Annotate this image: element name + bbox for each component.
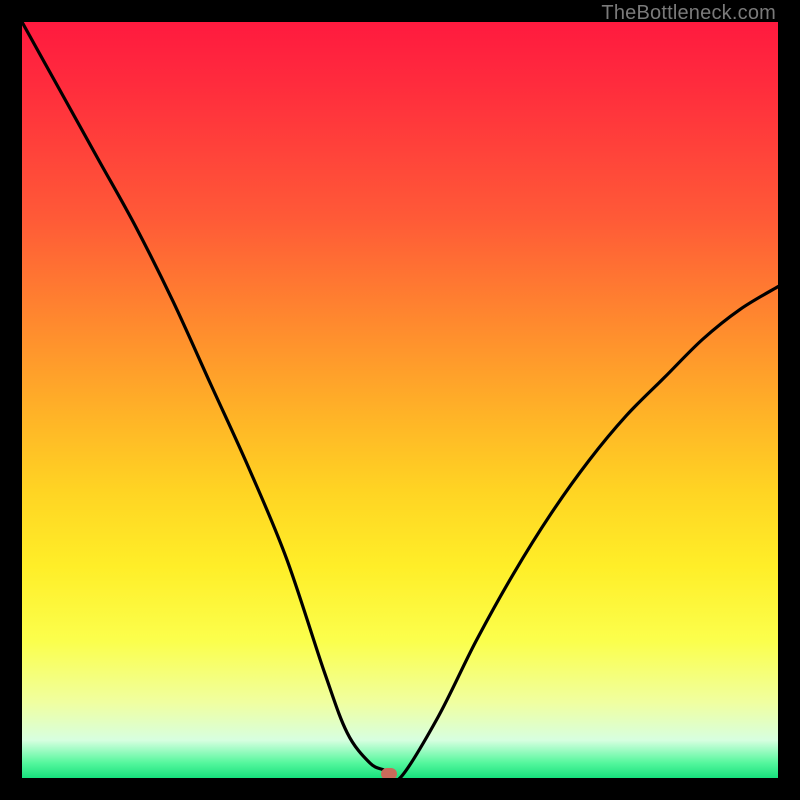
bottleneck-curve xyxy=(22,22,778,778)
optimum-marker xyxy=(381,768,397,778)
watermark-text: TheBottleneck.com xyxy=(601,2,776,25)
curve-path xyxy=(22,22,778,778)
chart-frame: TheBottleneck.com xyxy=(0,0,800,800)
plot-area xyxy=(22,22,778,778)
